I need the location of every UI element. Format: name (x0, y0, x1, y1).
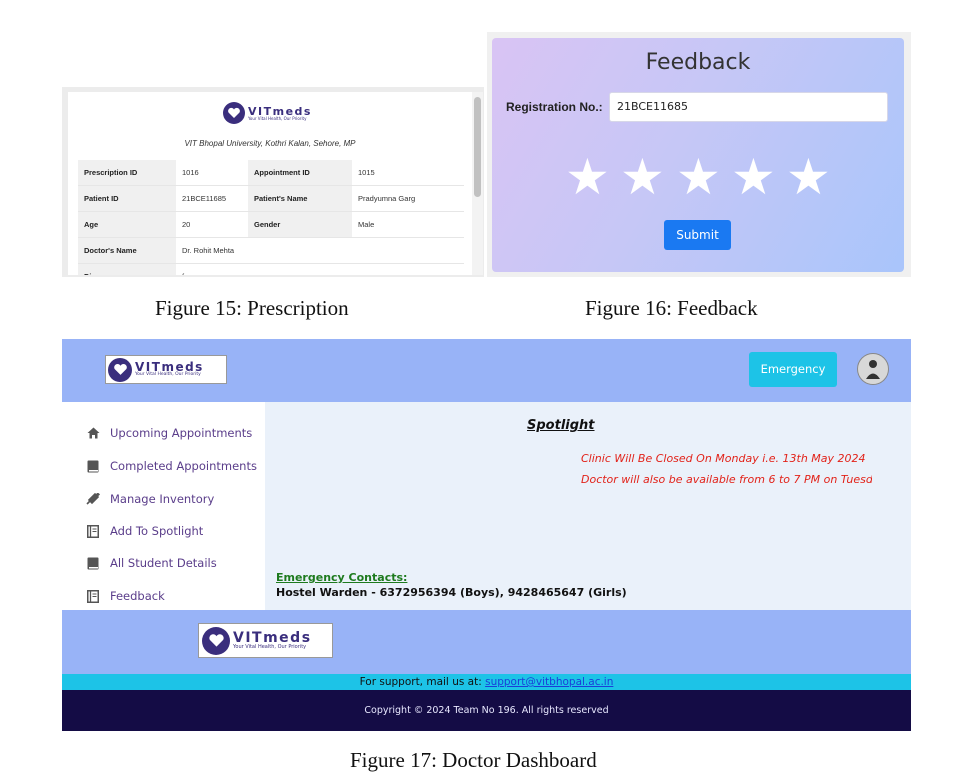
table-value: 1016 (176, 160, 248, 186)
dashboard-header: VITmeds Your Vital Health, Our Priority … (62, 339, 911, 402)
emergency-contacts-text: Hostel Warden - 6372956394 (Boys), 94284… (276, 586, 627, 599)
star-icon-1[interactable]: ★ (565, 152, 610, 202)
sidebar-item-feedback[interactable]: Feedback (86, 589, 165, 603)
spotlight-notice: Doctor will also be available from 6 to … (581, 473, 872, 486)
header-logo[interactable]: VITmeds Your Vital Health, Our Priority (105, 355, 227, 384)
table-key: Gender (248, 211, 352, 238)
doctor-avatar-icon (866, 360, 880, 379)
sidebar-item-add-to-spotlight[interactable]: Add To Spotlight (86, 524, 203, 538)
sidebar-item-completed-appointments[interactable]: Completed Appointments (86, 459, 257, 473)
star-icon-2[interactable]: ★ (620, 152, 665, 202)
table-value: 21BCE11685 (176, 185, 248, 212)
footer-logo-band: VITmeds Your Vital Health, Our Priority (62, 610, 911, 674)
star-icon-4[interactable]: ★ (731, 152, 776, 202)
book-icon (86, 459, 100, 473)
avatar[interactable] (857, 353, 889, 385)
sidebar-item-label: Upcoming Appointments (110, 426, 253, 440)
notebook-icon (86, 589, 100, 603)
table-row: Disease fever (78, 263, 464, 275)
sidebar-item-manage-inventory[interactable]: Manage Inventory (86, 492, 214, 506)
heart-logo-icon (108, 357, 132, 382)
table-key: Prescription ID (78, 160, 176, 186)
star-icon-5[interactable]: ★ (786, 152, 831, 202)
table-row: Prescription ID 1016 Appointment ID 1015 (78, 160, 464, 186)
emergency-contacts-label: Emergency Contacts: (276, 571, 408, 584)
sidebar-item-upcoming-appointments[interactable]: Upcoming Appointments (86, 426, 252, 440)
table-row: Age 20 Gender Male (78, 211, 464, 238)
clinic-address: VIT Bhopal University, Kothri Kalan, Seh… (184, 139, 356, 148)
sidebar-item-label: Completed Appointments (110, 459, 257, 473)
table-row: Doctor's Name Dr. Rohit Mehta (78, 237, 464, 264)
heart-logo-icon (223, 102, 245, 124)
notebook-icon (86, 524, 100, 538)
support-text: For support, mail us at: (359, 676, 482, 688)
table-key: Age (78, 211, 176, 238)
table-value: 20 (176, 211, 248, 238)
footer-logo: VITmeds Your Vital Health, Our Priority (198, 623, 333, 658)
logo-text: VITmeds (248, 104, 312, 118)
figure17-caption: Figure 17: Doctor Dashboard (350, 748, 597, 772)
prescription-table: Prescription ID 1016 Appointment ID 1015… (78, 160, 464, 275)
registration-input[interactable]: 21BCE11685 (609, 92, 888, 122)
logo-tagline: Your Vital Health, Our Priority (248, 115, 307, 121)
table-row: Patient ID 21BCE11685 Patient's Name Pra… (78, 185, 464, 212)
home-icon (86, 426, 100, 440)
sidebar: Upcoming Appointments Completed Appointm… (62, 402, 265, 610)
table-value: Male (352, 211, 464, 238)
table-key: Disease (78, 263, 176, 275)
table-key: Patient's Name (248, 185, 352, 212)
copyright-bar: Copyright © 2024 Team No 196. All rights… (62, 690, 911, 731)
table-value: Pradyumna Garg (352, 185, 464, 212)
spotlight-notice: Clinic Will Be Closed On Monday i.e. 13t… (581, 452, 866, 465)
book-icon (86, 556, 100, 570)
prescription-card: VITmeds Your Vital Health, Our Priority … (68, 92, 472, 275)
feedback-title: Feedback (645, 50, 751, 75)
registration-label: Registration No.: (506, 100, 603, 114)
sidebar-item-label: Manage Inventory (110, 492, 215, 506)
sidebar-item-label: Add To Spotlight (110, 524, 204, 538)
spotlight-marquee: Clinic Will Be Closed On Monday i.e. 13t… (572, 447, 872, 492)
sidebar-item-all-student-details[interactable]: All Student Details (86, 556, 217, 570)
sidebar-item-label: All Student Details (110, 556, 217, 570)
sidebar-item-label: Feedback (110, 589, 165, 603)
star-icon-3[interactable]: ★ (676, 152, 721, 202)
spotlight-title: Spotlight (527, 418, 595, 433)
table-value: Dr. Rohit Mehta (176, 237, 464, 264)
heart-logo-icon (202, 626, 230, 655)
syringe-icon (86, 492, 100, 506)
table-key: Appointment ID (248, 160, 352, 186)
figure15-caption: Figure 15: Prescription (155, 296, 349, 320)
vitmeds-logo: VITmeds Your Vital Health, Our Priority (223, 102, 312, 124)
table-value: fever (176, 263, 464, 275)
scrollbar-thumb[interactable] (474, 97, 481, 197)
figure16-caption: Figure 16: Feedback (585, 296, 758, 320)
logo-text: VITmeds (233, 630, 312, 646)
table-key: Doctor's Name (78, 237, 176, 264)
support-email-link[interactable]: support@vitbhopal.ac.in (485, 676, 613, 688)
logo-tagline: Your Vital Health, Our Priority (135, 372, 201, 378)
table-key: Patient ID (78, 185, 176, 212)
submit-button[interactable]: Submit (664, 220, 731, 250)
support-bar: For support, mail us at: support@vitbhop… (62, 674, 911, 690)
doctor-dashboard: VITmeds Your Vital Health, Our Priority … (62, 339, 911, 731)
emergency-button[interactable]: Emergency (749, 352, 837, 387)
table-value: 1015 (352, 160, 464, 186)
logo-tagline: Your Vital Health, Our Priority (233, 644, 307, 650)
